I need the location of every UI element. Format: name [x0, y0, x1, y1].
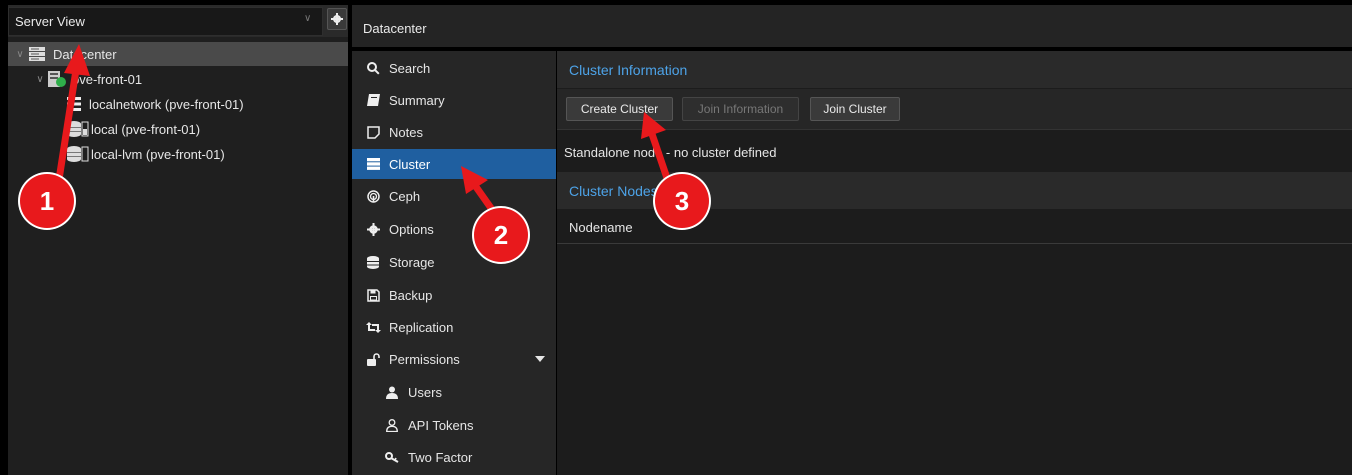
nav-label: Search — [389, 60, 431, 76]
nav-label: Permissions — [389, 351, 460, 367]
gear-icon — [331, 13, 343, 25]
user-outline-icon — [384, 417, 400, 433]
tree-label-node: pve-front-01 — [72, 71, 143, 87]
book-icon — [365, 92, 381, 108]
retweet-icon — [365, 319, 381, 335]
nav-item-permissions[interactable]: Permissions — [352, 344, 556, 374]
nav-item-notes[interactable]: Notes — [352, 117, 556, 147]
storage-icon — [67, 121, 89, 137]
nav-label: Options — [389, 221, 434, 237]
annotation-badge-3: 3 — [655, 174, 709, 228]
tree-item-local[interactable]: local (pve-front-01) — [8, 117, 348, 141]
collapse-icon[interactable]: ∨ — [34, 74, 46, 85]
nav-item-storage[interactable]: Storage — [352, 247, 556, 277]
join-cluster-button[interactable]: Join Cluster — [810, 97, 900, 121]
annotation-badge-2: 2 — [474, 208, 528, 262]
search-icon — [365, 60, 381, 76]
nav-item-ceph[interactable]: Ceph — [352, 181, 556, 211]
floppy-icon — [365, 287, 381, 303]
nav-label: Two Factor — [408, 449, 473, 465]
network-icon — [67, 97, 81, 111]
resource-tree-panel: Server View ∨ ∨ Datacenter ∨ pve-front-0… — [8, 5, 348, 475]
expand-arrow-icon[interactable] — [535, 356, 545, 362]
nav-item-api-tokens[interactable]: API Tokens — [352, 410, 556, 440]
server-icon — [29, 47, 45, 61]
cluster-toolbar: Create Cluster Join Information Join Clu… — [557, 89, 1352, 130]
nav-label: Ceph — [389, 188, 421, 204]
collapse-icon[interactable]: ∨ — [14, 49, 26, 60]
create-cluster-button[interactable]: Create Cluster — [566, 97, 673, 121]
key-icon — [384, 449, 400, 465]
storage-icon — [67, 146, 89, 162]
datacenter-nav-menu: Search Summary Notes Cluster Ceph Option… — [352, 51, 556, 475]
tree-item-node[interactable]: ∨ pve-front-01 — [8, 67, 348, 91]
standalone-status-text: Standalone node - no cluster defined — [564, 145, 777, 160]
nav-label: Storage — [389, 254, 435, 270]
section-title: Cluster Nodes — [569, 183, 658, 199]
nav-item-cluster[interactable]: Cluster — [352, 149, 556, 179]
nav-item-backup[interactable]: Backup — [352, 280, 556, 310]
nav-item-two-factor[interactable]: Two Factor — [352, 442, 556, 472]
chevron-down-icon: ∨ — [304, 13, 312, 24]
unlock-icon — [365, 351, 381, 367]
user-icon — [384, 384, 400, 400]
nav-item-users[interactable]: Users — [352, 377, 556, 407]
view-select-label: Server View — [15, 14, 85, 29]
section-title: Cluster Information — [569, 62, 688, 78]
annotation-badge-1: 1 — [20, 174, 74, 228]
nav-label: API Tokens — [408, 417, 474, 433]
page-title: Datacenter — [363, 21, 427, 36]
nav-label: Cluster — [389, 156, 431, 172]
tree-label: local (pve-front-01) — [91, 121, 201, 137]
column-label: Nodename — [569, 220, 633, 235]
ceph-icon — [365, 188, 381, 204]
nav-item-search[interactable]: Search — [352, 53, 556, 83]
view-settings-button[interactable] — [327, 8, 347, 30]
nav-label: Summary — [389, 92, 445, 108]
tree-label: local-lvm (pve-front-01) — [91, 146, 225, 162]
nav-label: Backup — [389, 287, 433, 303]
page-title-bar: Datacenter — [352, 5, 1352, 47]
cluster-content-panel: Cluster Information Create Cluster Join … — [557, 51, 1352, 475]
gear-icon — [365, 221, 381, 237]
join-information-button[interactable]: Join Information — [682, 97, 799, 121]
tree-label-datacenter: Datacenter — [53, 46, 117, 62]
tree-item-local-lvm[interactable]: local-lvm (pve-front-01) — [8, 142, 348, 166]
tree-label: localnetwork (pve-front-01) — [89, 96, 244, 112]
view-bar: Server View ∨ — [8, 5, 348, 37]
nav-label: Notes — [389, 124, 423, 140]
cluster-information-header: Cluster Information — [557, 51, 1352, 88]
node-online-icon — [48, 71, 66, 87]
view-select[interactable]: Server View — [8, 7, 323, 36]
nav-label: Users — [408, 384, 442, 400]
server-icon — [365, 156, 381, 172]
note-icon — [365, 124, 381, 140]
database-icon — [365, 254, 381, 270]
tree-item-datacenter[interactable]: ∨ Datacenter — [8, 42, 348, 66]
nav-label: Replication — [389, 319, 454, 335]
nav-item-replication[interactable]: Replication — [352, 312, 556, 342]
nav-item-summary[interactable]: Summary — [352, 85, 556, 115]
tree-item-localnetwork[interactable]: localnetwork (pve-front-01) — [8, 92, 348, 116]
